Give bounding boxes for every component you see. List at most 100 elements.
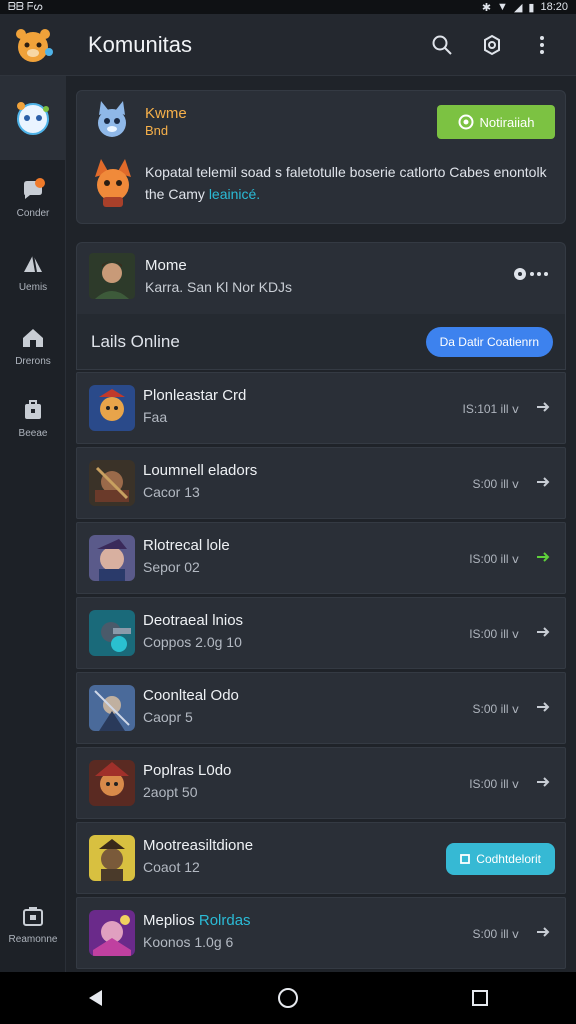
overflow-menu-button[interactable]	[530, 33, 554, 57]
signal-icon: ◢	[513, 1, 523, 14]
game-thumbnail	[89, 610, 135, 656]
user-options-button[interactable]	[513, 267, 549, 281]
list-item-meta: IS:00 ill ⅴ	[469, 777, 519, 791]
home-icon	[23, 329, 43, 347]
list-item-title: Plonleastar Crd	[143, 387, 247, 404]
bluetooth-icon: ✱	[481, 1, 492, 14]
game-art-icon	[89, 535, 135, 581]
sidebar-item-conder[interactable]: Conder	[0, 178, 66, 219]
more-vertical-icon	[540, 35, 544, 54]
status-bar: ᗷᗷ ᖴᔕ ✱ ▼ ◢ ▮ 18:20	[0, 0, 576, 14]
square-icon	[460, 854, 471, 864]
arrow-right-icon[interactable]	[535, 624, 551, 640]
game-thumbnail	[89, 535, 135, 581]
fox-character-icon	[95, 159, 131, 207]
list-item-subtitle: Cacor 13	[143, 484, 200, 500]
list-item-meta: S:00 ill ⅴ	[472, 927, 519, 941]
list-item-title: Rlotrecal lole	[143, 537, 230, 554]
list-item[interactable]: Deotraeal lnios Coppos 2.0g 10 IS:00 ill…	[76, 597, 566, 669]
gear-icon	[484, 34, 500, 55]
blue-mascot-icon	[17, 102, 49, 135]
online-section-header: Lails Online Da Datir Coatienrn	[76, 314, 566, 370]
hero-character-avatar	[87, 157, 139, 209]
game-art-icon	[89, 760, 135, 806]
sidebar-item-drerons[interactable]: Drerons	[0, 326, 66, 367]
mountain-icon	[24, 254, 42, 273]
chat-bubble-icon	[24, 178, 45, 199]
arrow-right-icon[interactable]	[535, 924, 551, 940]
list-item-subtitle: 2aopt 50	[143, 784, 198, 800]
list-item-action-button[interactable]: Codhtdelorit	[446, 843, 555, 875]
hero-avatar	[91, 99, 133, 141]
notification-button-label: Notiraiiah	[479, 114, 535, 130]
main-content: Kwme Bnd Notiraiiah Kopatal telemil soad…	[66, 76, 576, 972]
wifi-icon: ▼	[497, 1, 508, 13]
page-title: Komunitas	[88, 31, 192, 57]
sidebar-item-reamonne[interactable]: Reamonne	[0, 904, 66, 945]
status-left: ᗷᗷ ᖴᔕ	[8, 0, 43, 13]
hero-description: Kopatal telemil soad s faletotulle boser…	[145, 161, 555, 205]
back-icon[interactable]	[86, 988, 106, 1008]
arrow-right-icon[interactable]	[535, 474, 551, 490]
game-thumbnail	[89, 910, 135, 956]
sidebar-item-community[interactable]	[0, 76, 66, 160]
list-item-meta: S:00 ill ⅴ	[472, 477, 519, 491]
settings-button[interactable]	[480, 33, 504, 57]
list-item[interactable]: Coonlteal Odo Caopr 5 S:00 ill ⅴ	[76, 672, 566, 744]
list-item-title: Mootreasiltdione	[143, 837, 254, 854]
hero-username: Kwme	[145, 105, 187, 122]
sidebar-item-label: Reamonne	[8, 934, 58, 945]
game-thumbnail	[89, 685, 135, 731]
list-item[interactable]: Mootreasiltdione Coaot 12 Codhtdelorit	[76, 822, 566, 894]
bag-icon	[25, 400, 41, 419]
sidebar-item-label: Conder	[16, 208, 50, 219]
list-item-meta: IS:00 ill ⅴ	[469, 627, 519, 641]
battery-icon: ▮	[528, 1, 535, 14]
sidebar-item-label: Drerons	[15, 356, 51, 367]
list-item-title: Loumnell eladors	[143, 462, 258, 479]
arrow-right-icon[interactable]	[535, 774, 551, 790]
more-horizontal-icon	[514, 268, 548, 280]
system-navigation-bar	[0, 972, 576, 1024]
arrow-right-icon[interactable]	[535, 699, 551, 715]
list-item-title-accent: Rolrdas	[198, 912, 251, 929]
game-thumbnail	[89, 385, 135, 431]
list-item[interactable]: Meplios Rolrdas Koonos 1.0g 6 S:00 ill ⅴ	[76, 897, 566, 969]
list-item-meta: IS:101 ill ⅴ	[462, 402, 519, 416]
app-logo[interactable]	[0, 14, 66, 76]
list-item-title: Meplios Rolrdas	[143, 912, 251, 929]
bear-mascot-icon	[16, 28, 53, 62]
notification-button[interactable]: Notiraiiah	[437, 105, 555, 139]
game-art-icon	[89, 685, 135, 731]
arrow-right-icon[interactable]	[535, 549, 551, 565]
list-item-subtitle: Coaot 12	[143, 859, 200, 875]
list-item-subtitle: Koonos 1.0g 6	[143, 934, 234, 950]
game-thumbnail	[89, 460, 135, 506]
list-item[interactable]: Poplras L0do 2aopt 50 IS:00 ill ⅴ	[76, 747, 566, 819]
sidebar-item-uemis[interactable]: Uemis	[0, 252, 66, 293]
game-art-icon	[89, 910, 135, 956]
folder-icon	[23, 907, 43, 926]
arrow-right-icon[interactable]	[535, 399, 551, 415]
home-button-icon[interactable]	[277, 987, 299, 1009]
list-item[interactable]: Rlotrecal lole Sepor 02 IS:00 ill ⅴ	[76, 522, 566, 594]
game-list: Plonleastar Crd Faa IS:101 ill ⅴ Loumnel…	[76, 372, 566, 972]
search-button[interactable]	[430, 33, 454, 57]
sidebar-item-label: Beeae	[18, 428, 48, 439]
game-art-icon	[89, 835, 135, 881]
list-item-action-label: Codhtdelorit	[476, 852, 541, 866]
list-item-subtitle: Coppos 2.0g 10	[143, 634, 242, 650]
recents-icon[interactable]	[470, 988, 490, 1008]
hero-description-link[interactable]: leainicé.	[209, 186, 260, 202]
user-card[interactable]: Mome Karra. San Kl Nor KDJs	[76, 242, 566, 314]
game-thumbnail	[89, 760, 135, 806]
online-action-button[interactable]: Da Datir Coatienrn	[425, 326, 553, 357]
user-name: Mome	[145, 257, 187, 274]
sidebar-item-beeae[interactable]: Beeae	[0, 398, 66, 439]
sidebar-item-label: Uemis	[18, 282, 48, 293]
list-item[interactable]: Loumnell eladors Cacor 13 S:00 ill ⅴ	[76, 447, 566, 519]
list-item-title-main: Meplios	[143, 912, 195, 929]
game-art-icon	[89, 460, 135, 506]
list-item[interactable]: Plonleastar Crd Faa IS:101 ill ⅴ	[76, 372, 566, 444]
app-bar: Komunitas	[0, 14, 576, 76]
